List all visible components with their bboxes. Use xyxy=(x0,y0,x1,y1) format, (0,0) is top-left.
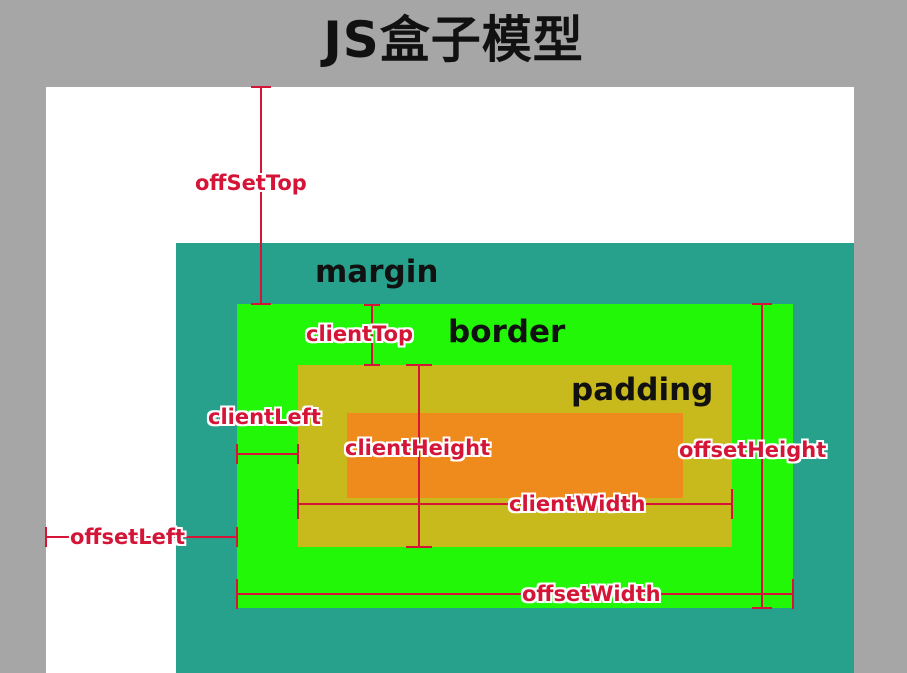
client-left-label: clientLeft xyxy=(208,405,321,429)
offset-width-dimension xyxy=(236,579,794,609)
client-height-label: clientHeight xyxy=(345,436,491,460)
client-left-dimension xyxy=(236,444,299,464)
client-top-label: clientTop xyxy=(306,322,414,346)
offset-height-label: offsetHeight xyxy=(679,438,827,462)
client-width-label: clientWidth xyxy=(509,492,646,516)
measurement-lines xyxy=(45,86,794,609)
offset-width-label: offsetWidth xyxy=(522,582,661,606)
offset-top-dimension xyxy=(251,86,271,305)
offset-left-label: offsetLeft xyxy=(70,525,186,549)
offset-top-label: offSetTop xyxy=(195,171,307,195)
